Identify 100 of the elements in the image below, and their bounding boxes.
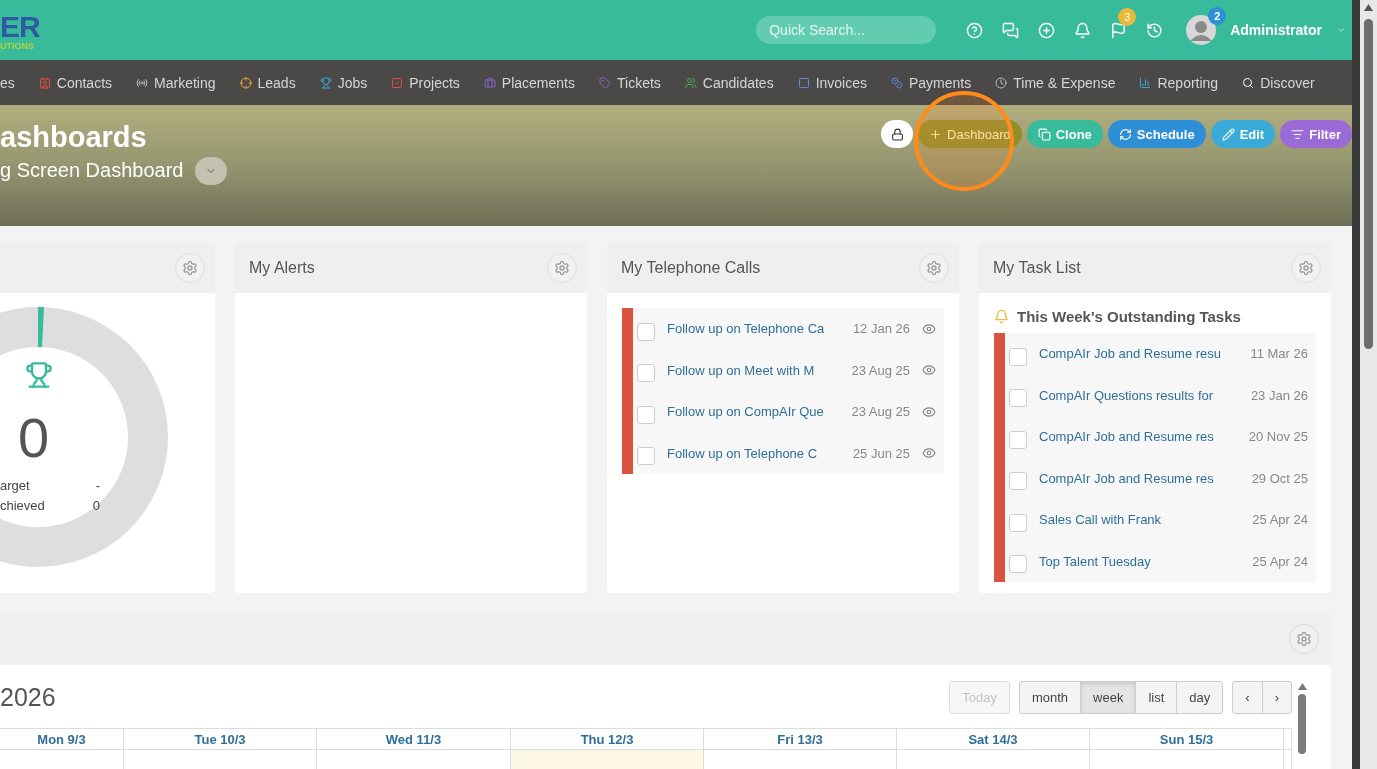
square-icon <box>797 76 810 89</box>
scroll-up-arrow-icon[interactable] <box>1297 683 1307 690</box>
next-button[interactable]: › <box>1261 681 1292 714</box>
task-link[interactable]: Top Talent Tuesday <box>1039 553 1241 569</box>
nav-item[interactable]: es <box>0 74 27 91</box>
schedule-button[interactable]: Schedule <box>1107 120 1206 148</box>
task-date: 29 Oct 25 <box>1251 470 1308 486</box>
dashboard-dropdown-button[interactable] <box>195 156 228 185</box>
dashboard-name: g Screen Dashboard <box>0 159 184 183</box>
checkbox[interactable] <box>1009 389 1027 408</box>
checkbox[interactable] <box>1009 513 1027 532</box>
task-row[interactable]: CompAIr Job and Resume res 29 Oct 25 <box>994 457 1316 499</box>
checkbox[interactable] <box>1009 430 1027 449</box>
settings-button[interactable] <box>919 253 949 283</box>
bar-chart-icon <box>1139 76 1152 89</box>
checkbox[interactable] <box>637 405 655 424</box>
task-link[interactable]: CompAIr Job and Resume resu <box>1039 346 1239 362</box>
task-date: 20 Nov 25 <box>1248 429 1308 445</box>
logo[interactable]: ER UTIONS <box>0 11 40 51</box>
nav-item[interactable]: Leads <box>227 74 308 91</box>
contact-card-icon <box>38 76 51 89</box>
checkbox[interactable] <box>1009 555 1027 574</box>
task-link[interactable]: Follow up on Meet with M <box>667 362 840 378</box>
settings-icon <box>1298 260 1314 276</box>
nav-item[interactable]: Jobs <box>307 74 380 91</box>
nav-item[interactable]: Time & Expense <box>983 74 1128 91</box>
filter-button[interactable]: Filter <box>1280 120 1352 148</box>
task-row[interactable]: CompAIr Job and Resume res 20 Nov 25 <box>994 416 1316 458</box>
task-date: 23 Jan 26 <box>1250 387 1308 403</box>
view-tab[interactable]: month <box>1018 681 1082 714</box>
plus-icon <box>929 127 943 141</box>
task-link[interactable]: CompAIr Questions results for <box>1039 387 1239 403</box>
settings-icon <box>926 260 942 276</box>
nav-item[interactable]: Candidates <box>672 74 786 91</box>
task-row[interactable]: Follow up on CompAIr Que 23 Aug 25 <box>622 391 944 433</box>
task-row[interactable]: Follow up on Telephone Ca 12 Jan 26 <box>622 308 944 350</box>
calendar-title: 2026 <box>0 683 56 712</box>
task-row[interactable]: CompAIr Questions results for 23 Jan 26 <box>994 374 1316 416</box>
nav-item[interactable]: Marketing <box>124 74 228 91</box>
goal-label: chieved <box>0 498 45 513</box>
nav-item[interactable]: Tickets <box>587 74 673 91</box>
view-tab[interactable]: day <box>1176 681 1224 714</box>
view-tab[interactable]: week <box>1080 681 1137 714</box>
task-link[interactable]: Follow up on Telephone Ca <box>667 321 841 337</box>
plus-circle-icon <box>1037 21 1055 39</box>
flag-icon <box>1109 21 1127 39</box>
task-date: 25 Jun 25 <box>852 445 910 461</box>
task-link[interactable]: CompAIr Job and Resume res <box>1039 429 1237 445</box>
nav-item[interactable]: Payments <box>879 74 984 91</box>
nav-item[interactable]: Discover <box>1230 74 1327 91</box>
checkbox[interactable] <box>1009 472 1027 491</box>
task-link[interactable]: Sales Call with Frank <box>1039 512 1241 528</box>
chat-bubbles-icon <box>1001 21 1019 39</box>
lock-icon <box>890 127 904 141</box>
nav-item[interactable]: Invoices <box>785 74 879 91</box>
task-link[interactable]: Follow up on Telephone C <box>667 445 841 461</box>
widget-title: My Telephone Calls <box>621 259 761 277</box>
eye-icon[interactable] <box>922 363 936 378</box>
scrollbar-thumb[interactable] <box>1364 19 1373 349</box>
notification-badge: 3 <box>1118 8 1137 26</box>
previous-button[interactable]: ‹ <box>1232 681 1263 714</box>
task-date: 25 Apr 24 <box>1252 553 1308 569</box>
nav-item[interactable]: Contacts <box>26 74 125 91</box>
checkbox[interactable] <box>637 364 655 383</box>
task-link[interactable]: CompAIr Job and Resume res <box>1039 470 1240 486</box>
settings-button[interactable] <box>1289 624 1319 654</box>
task-date: 23 Aug 25 <box>851 362 910 378</box>
view-tab[interactable]: list <box>1135 681 1178 714</box>
scrollbar-thumb[interactable] <box>1298 694 1306 754</box>
settings-button[interactable] <box>175 253 205 283</box>
task-link[interactable]: Follow up on CompAIr Que <box>667 404 840 420</box>
search-field[interactable]: Quick Search... <box>756 16 937 44</box>
settings-button[interactable] <box>1291 253 1321 283</box>
goal-label: arget <box>0 478 30 493</box>
task-row[interactable]: Follow up on Meet with M 23 Aug 25 <box>622 349 944 391</box>
eye-icon[interactable] <box>922 404 936 419</box>
lock-button[interactable] <box>881 120 914 148</box>
checkbox[interactable] <box>637 447 655 466</box>
page-scrollbar[interactable] <box>1352 0 1377 769</box>
eye-icon[interactable] <box>922 446 936 461</box>
task-row[interactable]: CompAIr Job and Resume resu 11 Mar 26 <box>994 333 1316 375</box>
nav-item[interactable]: Projects <box>379 74 472 91</box>
user-menu[interactable]: 2 Administrator <box>1186 5 1346 55</box>
scroll-up-arrow-icon[interactable] <box>1364 4 1373 11</box>
page-title: ashboards <box>0 120 148 155</box>
clock-icon <box>995 76 1008 89</box>
nav-item[interactable]: Placements <box>471 74 587 91</box>
task-row[interactable]: Follow up on Telephone C 25 Jun 25 <box>622 432 944 474</box>
nav-item[interactable]: Reporting <box>1127 74 1231 91</box>
eye-icon[interactable] <box>922 321 936 336</box>
goal-amount: - <box>95 478 100 493</box>
settings-button[interactable] <box>547 253 577 283</box>
checkbox[interactable] <box>637 322 655 341</box>
task-row[interactable]: Top Talent Tuesday 25 Apr 24 <box>994 540 1316 582</box>
task-row[interactable]: Sales Call with Frank 25 Apr 24 <box>994 499 1316 541</box>
checkbox[interactable] <box>1009 347 1027 366</box>
section-heading: This Week's Outstanding Tasks <box>1017 308 1241 325</box>
briefcase-icon <box>483 76 496 89</box>
filter-icon <box>1291 127 1305 141</box>
trophy-icon <box>319 76 332 89</box>
